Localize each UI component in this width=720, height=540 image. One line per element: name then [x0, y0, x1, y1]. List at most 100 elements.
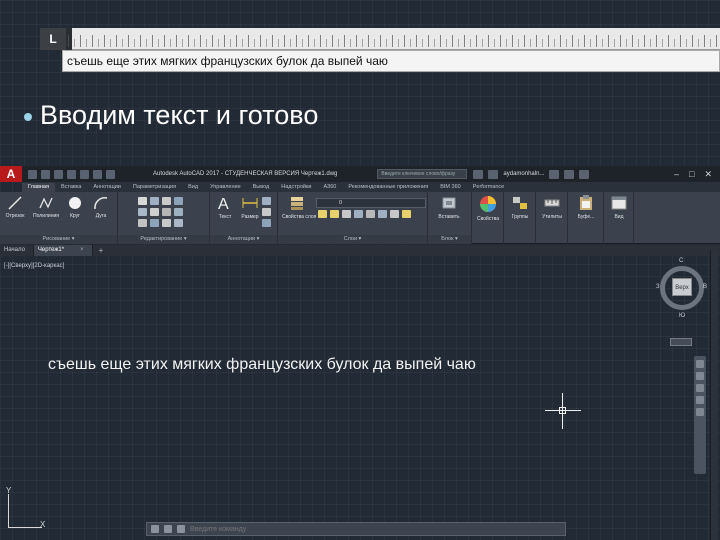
table-icon[interactable] [262, 208, 271, 216]
layer-match-icon[interactable] [354, 210, 363, 218]
tool-arc[interactable]: Дуга [90, 195, 112, 219]
user-icon[interactable] [488, 169, 499, 179]
tool-dimension[interactable]: Размер [238, 194, 262, 220]
layer-on-icon[interactable] [318, 210, 327, 218]
viewport-controls[interactable]: [-][Сверху][2D-каркас] [4, 263, 64, 269]
panel-annotation-title[interactable]: Аннотации ▾ [210, 235, 277, 244]
maximize-button[interactable]: □ [689, 169, 694, 180]
orbit-icon[interactable] [696, 396, 704, 404]
layer-off-icon[interactable] [390, 210, 399, 218]
viewcube[interactable]: Верх С Ю З В [656, 258, 708, 346]
array-icon[interactable] [162, 219, 171, 227]
tab-a360[interactable]: A360 [317, 183, 342, 192]
tab-insert[interactable]: Вставка [55, 183, 87, 192]
layer-lock-icon[interactable] [342, 210, 351, 218]
close-button[interactable]: ✕ [704, 169, 712, 180]
move-icon[interactable] [138, 197, 147, 205]
tab-manage[interactable]: Управление [204, 183, 247, 192]
viewcube-top-face[interactable]: Верх [672, 278, 692, 296]
copy-icon[interactable] [138, 208, 147, 216]
search-icon[interactable] [473, 169, 484, 179]
print-icon[interactable] [80, 169, 89, 179]
vertical-scrollbar[interactable] [710, 250, 718, 540]
application-menu-button[interactable]: A [0, 166, 22, 182]
tab-bim360[interactable]: BIM 360 [434, 183, 466, 192]
stretch-icon[interactable] [138, 219, 147, 227]
open-file-icon[interactable] [41, 169, 50, 179]
offset-icon[interactable] [174, 219, 183, 227]
rotate-icon[interactable] [150, 197, 159, 205]
undo-icon[interactable] [93, 169, 102, 179]
compass-south[interactable]: Ю [679, 313, 685, 319]
cart-icon[interactable] [549, 169, 560, 179]
tool-clipboard[interactable]: Буфе... [570, 194, 602, 220]
new-tab-button[interactable]: + [93, 246, 110, 255]
leader-icon[interactable] [262, 197, 271, 205]
fillet-icon[interactable] [162, 208, 171, 216]
clipboard-icon [580, 195, 592, 210]
tab-annotate[interactable]: Аннотации [87, 183, 127, 192]
tool-utilities[interactable]: Утилиты [538, 194, 566, 220]
tool-view[interactable]: Вид [606, 194, 632, 220]
tab-output[interactable]: Вывод [247, 183, 276, 192]
zoom-icon[interactable] [696, 384, 704, 392]
help-icon[interactable] [579, 169, 590, 179]
drawing-mtext[interactable]: съешь еще этих мягких французских булок … [48, 356, 476, 374]
markup-icon[interactable] [262, 219, 271, 227]
file-tab-start[interactable]: Начало [0, 245, 34, 256]
tab-home[interactable]: Главная [22, 183, 55, 192]
tool-groups[interactable]: Группы [506, 194, 534, 220]
tab-view[interactable]: Вид [182, 183, 204, 192]
tab-parametric[interactable]: Параметризация [127, 183, 182, 192]
tool-properties[interactable]: Свойства [474, 194, 502, 222]
minimize-button[interactable]: – [674, 169, 679, 180]
redo-icon[interactable] [106, 169, 115, 179]
tool-insert-block[interactable]: Вставить [432, 194, 466, 220]
command-history-icon[interactable] [177, 525, 185, 533]
mirror-icon[interactable] [150, 208, 159, 216]
tool-circle[interactable]: Круг [64, 195, 86, 219]
layer-freeze-icon[interactable] [330, 210, 339, 218]
panel-block-title[interactable]: Блок ▾ [428, 235, 471, 244]
ucs-x-label: X [40, 520, 46, 529]
panel-draw-title[interactable]: Рисование ▾ [0, 235, 117, 244]
steering-wheel-icon[interactable] [696, 360, 704, 368]
compass-west[interactable]: З [656, 284, 660, 290]
customize-icon[interactable] [164, 525, 172, 533]
compass-east[interactable]: В [703, 284, 707, 290]
panel-modify-title[interactable]: Редактирование ▾ [118, 235, 209, 244]
tool-polyline[interactable]: Полилиния [30, 195, 62, 219]
pan-icon[interactable] [696, 372, 704, 380]
new-file-icon[interactable] [28, 169, 37, 179]
panel-layers-title[interactable]: Слои ▾ [278, 235, 427, 244]
explode-icon[interactable] [174, 208, 183, 216]
layer-previous-icon[interactable] [366, 210, 375, 218]
save-as-icon[interactable] [67, 169, 76, 179]
layer-dropdown[interactable]: 0 [316, 198, 426, 208]
tab-featured-apps[interactable]: Рекомендованные приложения [342, 183, 434, 192]
layer-isolate-icon[interactable] [378, 210, 387, 218]
showmotion-icon[interactable] [696, 408, 704, 416]
exchange-icon[interactable] [564, 169, 575, 179]
close-command-line-icon[interactable] [151, 525, 159, 533]
file-tab-drawing1[interactable]: Чертеж1* × [33, 245, 93, 256]
tab-stop-selector[interactable]: L [40, 28, 66, 50]
measure-icon [544, 199, 560, 207]
tab-performance[interactable]: Performance [467, 183, 511, 192]
tool-layer-properties[interactable]: Свойства слоя [282, 194, 316, 220]
close-tab-icon[interactable]: × [80, 247, 84, 253]
save-icon[interactable] [54, 169, 63, 179]
erase-icon[interactable] [174, 197, 183, 205]
user-name[interactable]: aydamonhaln... [503, 171, 544, 177]
tool-text[interactable]: A Текст [214, 194, 236, 220]
help-search-input[interactable]: Введите ключевое слово/фразу [377, 169, 468, 179]
scale-icon[interactable] [150, 219, 159, 227]
wcs-menu[interactable] [670, 338, 692, 346]
command-input[interactable] [190, 525, 390, 533]
mtext-editor-line[interactable]: съешь еще этих мягких французских булок … [62, 50, 720, 72]
trim-icon[interactable] [162, 197, 171, 205]
tab-addins[interactable]: Надстройки [275, 183, 317, 192]
layer-thaw-icon[interactable] [402, 210, 411, 218]
tool-line[interactable]: Отрезок [3, 195, 27, 219]
compass-north[interactable]: С [679, 258, 683, 264]
